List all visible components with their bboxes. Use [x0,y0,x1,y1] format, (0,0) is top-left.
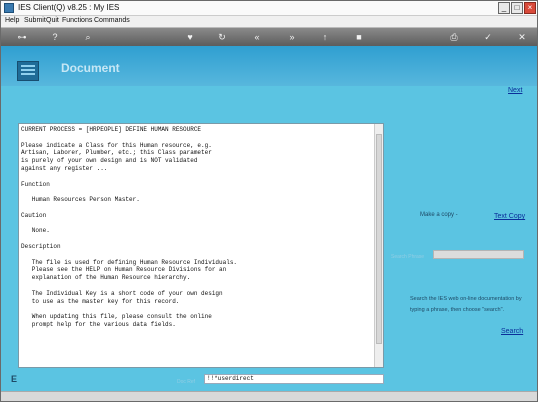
toolbar: ⊶ ? ⌕ ♥ ↻ « » ↑ ■ ⎙ ✓ ✕ [1,28,537,46]
status-bar [1,391,537,401]
forward-icon[interactable]: » [286,31,298,43]
text-copy-link[interactable]: Text Copy [494,213,525,220]
up-icon[interactable]: ↑ [319,31,331,43]
document-text: CURRENT PROCESS = [HRPEOPLE] DEFINE HUMA… [21,126,238,328]
menu-bar: Help Submit Quit Functions Commands [1,16,537,28]
stop-icon[interactable]: ■ [353,31,365,43]
search-phrase-input[interactable] [433,250,524,259]
title-bar: IES Client(Q) v8.25 : My IES _ □ × [1,1,537,16]
maximize-button[interactable]: □ [511,2,523,14]
minimize-button[interactable]: _ [498,2,510,14]
command-label: Doc Ref [177,379,196,385]
menu-help[interactable]: Help [5,17,19,24]
check-icon[interactable]: ✓ [482,31,494,43]
page-title: Document [61,61,120,75]
menu-commands[interactable]: Commands [94,17,130,24]
menu-quit[interactable]: Quit [46,17,59,24]
key-icon[interactable]: ⊶ [13,31,31,43]
back-icon[interactable]: « [251,31,263,43]
make-copy-label: Make a copy - [420,212,458,218]
command-input[interactable]: !!*userdirect [204,374,384,384]
menu-submit[interactable]: Submit [24,17,46,24]
search-phrase-label: Search Phrase [391,254,425,260]
close-window-button[interactable]: × [524,2,536,14]
app-window: IES Client(Q) v8.25 : My IES _ □ × Help … [0,0,538,402]
document-content-box[interactable]: CURRENT PROCESS = [HRPEOPLE] DEFINE HUMA… [18,123,384,368]
search-link[interactable]: Search [501,328,523,335]
search-icon[interactable]: ⌕ [82,31,94,43]
next-link[interactable]: Next [508,87,522,94]
refresh-icon[interactable]: ↻ [216,31,228,43]
vertical-scrollbar[interactable] [374,124,383,367]
close-icon[interactable]: ✕ [516,31,528,43]
menu-functions[interactable]: Functions [62,17,92,24]
search-help-text: Search the IES web on-line documentation… [410,296,522,313]
print-icon[interactable]: ⎙ [448,31,460,43]
window-title: IES Client(Q) v8.25 : My IES [18,3,120,12]
document-icon [17,61,39,81]
scrollbar-thumb[interactable] [376,134,382,344]
help-icon[interactable]: ? [49,31,61,43]
heart-icon[interactable]: ♥ [184,31,196,43]
app-icon [4,3,14,13]
side-e-icon[interactable]: E [11,374,17,384]
